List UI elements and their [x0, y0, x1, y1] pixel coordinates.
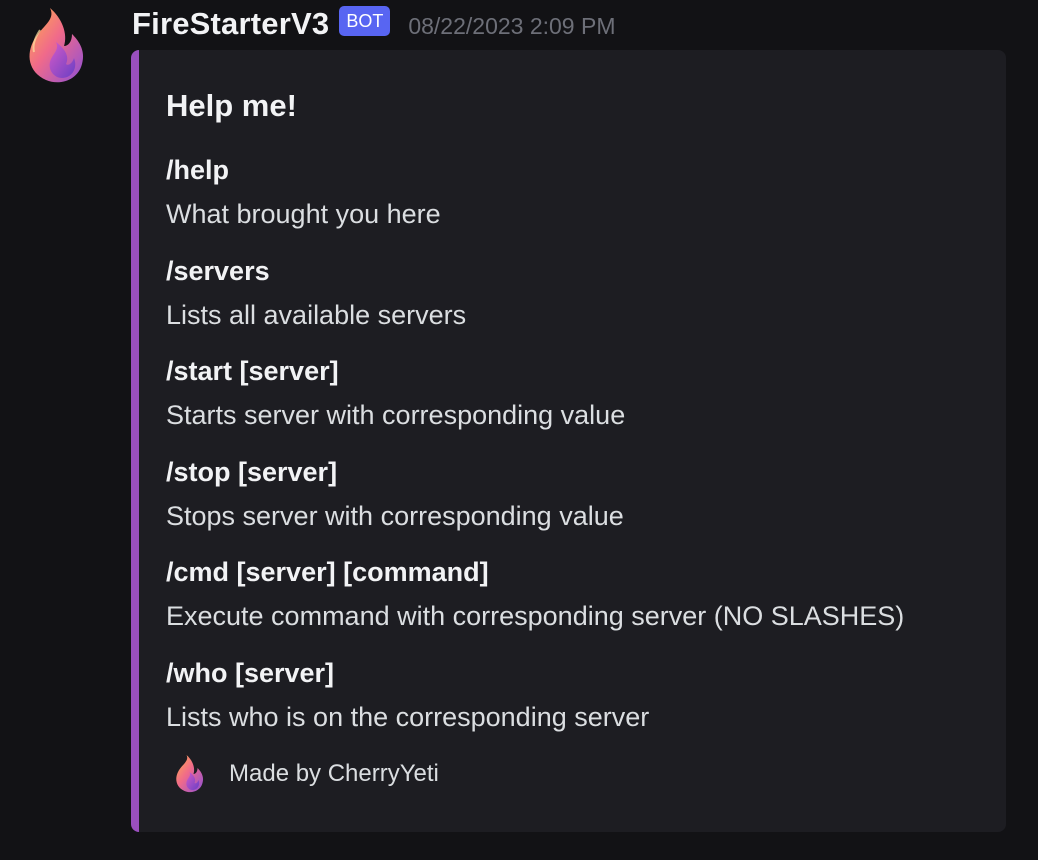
- embed-title: Help me!: [166, 88, 297, 123]
- embed-footer: Made by CherryYeti: [171, 754, 439, 794]
- embed-field-cmd: /cmd [server] [command] Execute command …: [166, 554, 904, 634]
- field-value: Execute command with corresponding serve…: [166, 601, 905, 631]
- chat-message: FireStarterV3 BOT 08/22/2023 2:09 PM Hel…: [0, 0, 1038, 860]
- embed-field-help: /help What brought you here: [166, 152, 441, 232]
- footer-text: Made by CherryYeti: [229, 760, 439, 787]
- author-username[interactable]: FireStarterV3: [132, 6, 329, 42]
- message-timestamp: 08/22/2023 2:09 PM: [408, 12, 616, 39]
- field-value: Starts server with corresponding value: [166, 400, 626, 430]
- field-name: /help: [166, 155, 230, 185]
- field-name: /who [server]: [166, 658, 335, 688]
- field-value: Lists who is on the corresponding server: [166, 702, 650, 732]
- field-name: /servers: [166, 256, 270, 286]
- flame-icon: [176, 755, 204, 793]
- field-value: What brought you here: [166, 199, 441, 229]
- field-name: /stop [server]: [166, 457, 338, 487]
- message-header: FireStarterV3 BOT 08/22/2023 2:09 PM: [132, 2, 616, 46]
- field-value: Lists all available servers: [166, 300, 467, 330]
- field-name: /start [server]: [166, 356, 339, 386]
- field-name: /cmd [server] [command]: [166, 557, 489, 587]
- embed-field-stop: /stop [server] Stops server with corresp…: [166, 454, 624, 534]
- help-embed: Help me! /help What brought you here /se…: [131, 50, 1006, 832]
- embed-field-servers: /servers Lists all available servers: [166, 253, 466, 333]
- field-value: Stops server with corresponding value: [166, 501, 624, 531]
- flame-avatar-icon[interactable]: [20, 6, 90, 86]
- bot-badge: BOT: [339, 6, 391, 36]
- embed-field-who: /who [server] Lists who is on the corres…: [166, 655, 649, 735]
- embed-field-start: /start [server] Starts server with corre…: [166, 353, 625, 433]
